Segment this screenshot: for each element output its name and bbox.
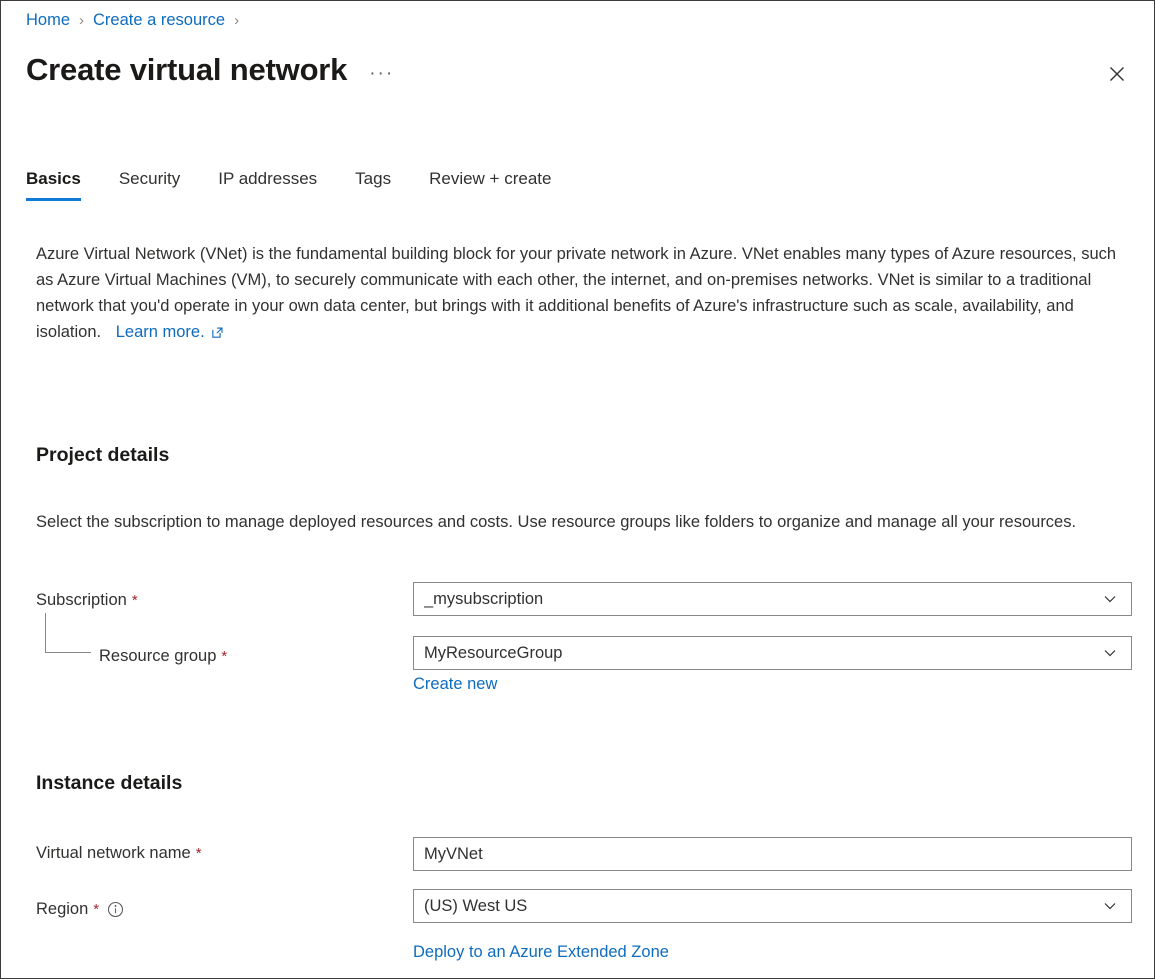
create-new-resource-group-link[interactable]: Create new: [413, 675, 497, 694]
breadcrumb-separator-icon: ›: [79, 12, 84, 29]
resource-group-label: Resource group *: [99, 647, 227, 666]
create-virtual-network-blade: Home › Create a resource › Create virtua…: [0, 0, 1155, 979]
tab-bar: Basics Security IP addresses Tags Review…: [26, 169, 551, 201]
project-details-description: Select the subscription to manage deploy…: [36, 509, 1126, 535]
subscription-value: _mysubscription: [424, 590, 1102, 609]
indent-connector-line: [45, 613, 91, 653]
tab-review-create[interactable]: Review + create: [429, 169, 551, 201]
instance-details-heading: Instance details: [36, 772, 182, 795]
region-value: (US) West US: [424, 897, 1102, 916]
subscription-dropdown[interactable]: _mysubscription: [413, 582, 1132, 616]
required-marker: *: [93, 902, 99, 917]
required-marker: *: [132, 593, 138, 608]
resource-group-value: MyResourceGroup: [424, 644, 1102, 663]
virtual-network-name-label: Virtual network name *: [36, 844, 202, 863]
external-link-icon: [211, 326, 224, 339]
tab-basics[interactable]: Basics: [26, 169, 81, 201]
info-icon[interactable]: [107, 901, 124, 918]
virtual-network-name-input[interactable]: MyVNet: [413, 837, 1132, 871]
tab-security[interactable]: Security: [119, 169, 180, 201]
blade-description: Azure Virtual Network (VNet) is the fund…: [36, 241, 1128, 345]
close-icon: [1107, 64, 1127, 84]
region-label: Region *: [36, 900, 124, 919]
subscription-label-text: Subscription: [36, 591, 127, 610]
tab-tags[interactable]: Tags: [355, 169, 391, 201]
deploy-extended-zone-link[interactable]: Deploy to an Azure Extended Zone: [413, 943, 669, 962]
breadcrumb: Home › Create a resource ›: [26, 11, 248, 30]
learn-more-link[interactable]: Learn more.: [116, 319, 224, 345]
required-marker: *: [196, 846, 202, 861]
page-title: Create virtual network: [26, 53, 347, 87]
required-marker: *: [221, 649, 227, 664]
chevron-down-icon: [1102, 645, 1118, 661]
close-button[interactable]: [1102, 59, 1132, 89]
learn-more-label: Learn more.: [116, 319, 205, 345]
region-dropdown[interactable]: (US) West US: [413, 889, 1132, 923]
resource-group-dropdown[interactable]: MyResourceGroup: [413, 636, 1132, 670]
region-label-text: Region: [36, 900, 88, 919]
virtual-network-name-value: MyVNet: [424, 845, 1121, 864]
virtual-network-name-label-text: Virtual network name: [36, 844, 191, 863]
chevron-down-icon: [1102, 898, 1118, 914]
tab-ip-addresses[interactable]: IP addresses: [218, 169, 317, 201]
breadcrumb-item-create-a-resource[interactable]: Create a resource: [93, 11, 225, 30]
breadcrumb-separator-icon: ›: [234, 12, 239, 29]
chevron-down-icon: [1102, 591, 1118, 607]
project-details-heading: Project details: [36, 444, 169, 467]
resource-group-label-text: Resource group: [99, 647, 216, 666]
subscription-label: Subscription *: [36, 591, 138, 610]
breadcrumb-item-home[interactable]: Home: [26, 11, 70, 30]
more-options-button[interactable]: ···: [369, 64, 394, 83]
title-row: Create virtual network ···: [26, 53, 394, 87]
